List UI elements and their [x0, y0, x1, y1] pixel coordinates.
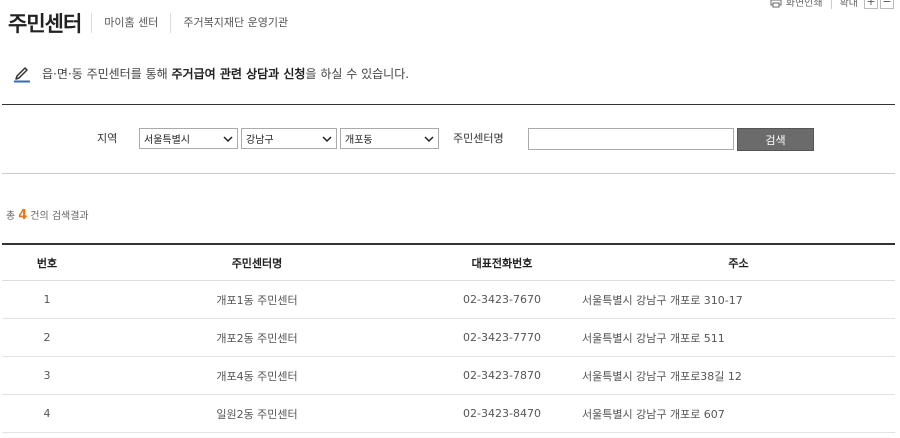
- page-header: 주민센터 마이홈 센터 주거복지재단 운영기관: [8, 8, 300, 38]
- column-header-phone: 대표전화번호: [471, 256, 533, 270]
- table-row: 3 개포4동 주민센터 02-3423-7870 서울특별시 강남구 개포로38…: [2, 357, 895, 395]
- header-tabs: 마이홈 센터 주거복지재단 운영기관: [91, 13, 300, 33]
- table-row: 2 개포2동 주민센터 02-3423-7770 서울특별시 강남구 개포로 5…: [2, 319, 895, 357]
- tab-housing-foundation[interactable]: 주거복지재단 운영기관: [170, 13, 300, 33]
- cell-address: 서울특별시 강남구 개포로 310-17: [582, 292, 895, 308]
- column-header-number: 번호: [36, 256, 58, 270]
- cell-center-name[interactable]: 개포4동 주민센터: [92, 368, 422, 384]
- district-select-value: 강남구: [246, 135, 274, 146]
- chevron-down-icon: [424, 135, 434, 142]
- region-label: 지역: [97, 132, 118, 145]
- city-select[interactable]: 서울특별시: [139, 128, 238, 149]
- cell-phone: 02-3423-7870: [463, 369, 541, 382]
- result-count: 총 4 건의 검색결과: [6, 207, 89, 223]
- cell-phone: 02-3423-7770: [463, 331, 541, 344]
- result-number: 4: [18, 208, 28, 223]
- table-header: 번호 주민센터명 대표전화번호 주소: [2, 243, 895, 281]
- address-text: 서울특별시 강남구 개포로38길 12: [582, 369, 742, 383]
- search-button[interactable]: 검색: [737, 128, 814, 151]
- tab-myhome-center[interactable]: 마이홈 센터: [91, 13, 170, 33]
- center-name-input[interactable]: [528, 128, 734, 150]
- chevron-down-icon: [322, 135, 332, 142]
- divider: [2, 173, 895, 174]
- zoom-label: 확대: [839, 0, 858, 9]
- intro-message: 읍·면·동 주민센터를 통해 주거급여 관련 상담과 신청을 하실 수 있습니다…: [12, 63, 409, 83]
- district-select[interactable]: 강남구: [241, 128, 337, 149]
- cell-number: 3: [43, 369, 51, 382]
- search-form: 지역 서울특별시 강남구 개포동 주민센터명 검색: [0, 127, 900, 151]
- column-header-center-name: 주민센터명: [231, 256, 283, 270]
- result-prefix: 총: [6, 211, 16, 222]
- cell-number: 2: [43, 331, 51, 344]
- table-row: 4 일원2동 주민센터 02-3423-8470 서울특별시 강남구 개포로 6…: [2, 395, 895, 433]
- page-title: 주민센터: [8, 12, 82, 36]
- intro-strong: 주거급여 관련 상담과 신청: [171, 66, 306, 81]
- city-select-value: 서울특별시: [144, 135, 190, 146]
- intro-prefix: 읍·면·동 주민센터를 통해: [42, 66, 172, 81]
- dong-select[interactable]: 개포동: [340, 128, 439, 149]
- dong-select-value: 개포동: [345, 135, 373, 146]
- chevron-down-icon: [223, 135, 233, 142]
- utility-bar: 화면인쇄 확대 + −: [770, 0, 894, 9]
- address-text: 서울특별시 강남구 개포로 511: [582, 331, 725, 345]
- address-text: 서울특별시 강남구 개포로 310-17: [582, 293, 743, 307]
- cell-center-name[interactable]: 개포1동 주민센터: [92, 292, 422, 308]
- column-header-address: 주소: [728, 256, 749, 270]
- result-suffix: 건의 검색결과: [30, 211, 89, 222]
- results-table: 번호 주민센터명 대표전화번호 주소 1 개포1동 주민센터 02-3423-7…: [2, 243, 895, 433]
- print-label: 화면인쇄: [785, 0, 823, 9]
- pencil-icon: [14, 67, 30, 83]
- cell-phone: 02-3423-7670: [463, 293, 541, 306]
- cell-phone: 02-3423-8470: [463, 407, 541, 420]
- cell-address: 서울특별시 강남구 개포로 511: [582, 330, 895, 346]
- divider: [2, 104, 895, 105]
- center-name-label: 주민센터명: [453, 132, 504, 145]
- cell-number: 1: [43, 293, 51, 306]
- address-text: 서울특별시 강남구 개포로 607: [582, 407, 725, 421]
- print-button[interactable]: 화면인쇄: [770, 0, 832, 9]
- intro-text: 읍·면·동 주민센터를 통해 주거급여 관련 상담과 신청을 하실 수 있습니다…: [42, 65, 409, 82]
- cell-address: 서울특별시 강남구 개포로 607: [582, 406, 895, 422]
- zoom-in-button[interactable]: +: [864, 0, 878, 9]
- intro-suffix: 을 하실 수 있습니다.: [305, 66, 410, 81]
- zoom-out-button[interactable]: −: [880, 0, 894, 9]
- cell-address: 서울특별시 강남구 개포로38길 12: [582, 368, 895, 384]
- table-row: 1 개포1동 주민센터 02-3423-7670 서울특별시 강남구 개포로 3…: [2, 281, 895, 319]
- cell-center-name[interactable]: 일원2동 주민센터: [92, 406, 422, 422]
- printer-icon: [770, 0, 782, 7]
- cell-center-name[interactable]: 개포2동 주민센터: [92, 330, 422, 346]
- cell-number: 4: [43, 407, 51, 420]
